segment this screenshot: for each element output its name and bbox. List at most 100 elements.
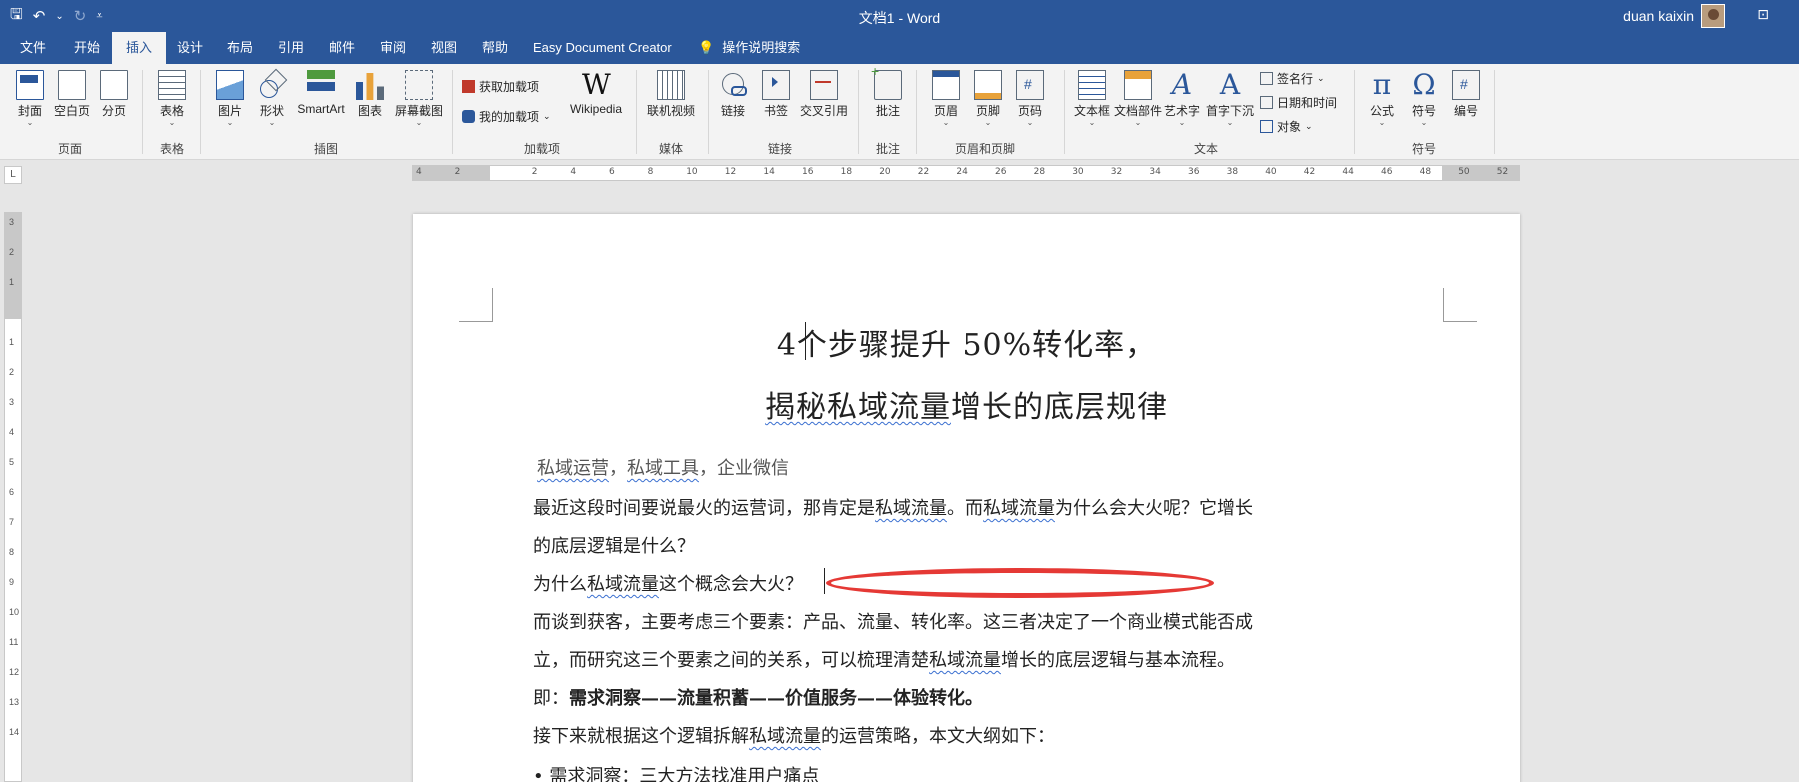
page-number-icon: [1016, 70, 1044, 100]
vertical-ruler[interactable]: 3 2 1 1 2 3 4 5 6 7 8 9 10 11 12 13 14: [4, 212, 22, 782]
vertical-ruler-tick: 1: [9, 337, 15, 347]
group-label-text: 文本: [1193, 142, 1218, 156]
document-title: 文档1 - Word: [858, 10, 941, 26]
vertical-ruler-tick: 6: [9, 487, 15, 497]
paragraph-1-line-2[interactable]: 的底层逻辑是什么？: [533, 532, 1333, 558]
tab-file[interactable]: 文件: [18, 32, 48, 64]
vertical-ruler-tick: 3: [9, 397, 15, 407]
page-number-button[interactable]: 页码⌄: [1004, 68, 1056, 127]
red-highlight-ellipse: [826, 568, 1214, 598]
ruler-tick: 36: [1188, 167, 1200, 177]
number-icon: [1452, 70, 1480, 100]
bookmark-button[interactable]: 书签: [750, 68, 802, 119]
tab-design[interactable]: 设计: [175, 32, 205, 64]
screenshot-button[interactable]: 屏幕截图 ⌄: [390, 68, 448, 127]
vertical-ruler-tick: 5: [9, 457, 15, 467]
drop-cap-button[interactable]: A 首字下沉 ⌄: [1202, 68, 1258, 127]
ribbon-tabs: 文件 开始 插入 设计 布局 引用 邮件 审阅 视图 帮助 Easy Docum…: [0, 32, 1799, 64]
ruler-tick: 32: [1110, 167, 1123, 177]
paragraph-3-line-2[interactable]: 立，而研究这三个要素之间的关系，可以梳理清楚私域流量增长的底层逻辑与基本流程。: [533, 646, 1333, 672]
doc-title-line-2[interactable]: 揭秘私域流量增长的底层规律: [413, 382, 1520, 426]
shapes-button[interactable]: 形状 ⌄: [246, 68, 298, 127]
online-video-button[interactable]: 联机视频: [642, 68, 700, 119]
ruler-tick: 34: [1149, 167, 1161, 177]
avatar[interactable]: [1701, 4, 1725, 28]
document-page[interactable]: 4个步骤提升 50%转化率， 揭秘私域流量增长的底层规律 私域运营，私域工具，企…: [413, 214, 1520, 782]
tab-help[interactable]: 帮助: [480, 32, 510, 64]
ruler-tick: 40: [1265, 167, 1277, 177]
comment-button[interactable]: 批注: [862, 63, 914, 119]
pi-icon: π: [1372, 68, 1392, 101]
group-label-tables: 表格: [159, 142, 184, 156]
bullet-item-1[interactable]: • 需求洞察：三大方法找准用户痛点: [533, 762, 1333, 782]
vertical-ruler-tick: 2: [9, 247, 15, 257]
date-time-button[interactable]: 日期和时间: [1260, 94, 1337, 111]
number-button[interactable]: 编号: [1440, 68, 1492, 119]
ruler-left-margin: [412, 166, 490, 180]
group-separator: [1064, 70, 1065, 154]
object-button[interactable]: 对象 ⌄: [1260, 118, 1313, 135]
vertical-ruler-tick: 11: [9, 637, 19, 647]
ruler-tick: 16: [802, 167, 814, 177]
ruler-tick: 42: [1303, 167, 1316, 177]
screenshot-icon: [405, 70, 433, 100]
get-addins-button[interactable]: 获取加载项: [462, 78, 539, 95]
tab-references[interactable]: 引用: [276, 32, 306, 64]
ruler-tick: 22: [917, 167, 930, 177]
ruler-right-margin: [1442, 166, 1520, 180]
ribbon: 封面 ⌄ 空白页 分页 页面 表格 ⌄ 表格 图片 ⌄ 形状 ⌄ SmartArt 图表…: [0, 63, 1799, 160]
ruler-top-margin: [5, 213, 21, 319]
vertical-ruler-tick: 3: [9, 217, 15, 227]
tab-insert[interactable]: 插入: [112, 32, 167, 64]
tab-selector[interactable]: L: [4, 166, 22, 184]
my-addins-button[interactable]: 我的加载项 ⌄: [462, 108, 551, 125]
insertion-cursor: [824, 568, 825, 594]
comment-icon: [871, 63, 902, 100]
wikipedia-button[interactable]: W Wikipedia: [566, 68, 626, 117]
signature-line-button[interactable]: 签名行 ⌄: [1260, 70, 1325, 87]
picture-icon: [216, 70, 244, 100]
paragraph-3-line-1[interactable]: 而谈到获客，主要考虑三个要素：产品、流量、转化率。这三者决定了一个商业模式能否成: [533, 608, 1333, 634]
paragraph-1-line-1[interactable]: 最近这段时间要说最火的运营词，那肯定是私域流量。而私域流量为什么会大火呢？它增长: [533, 494, 1333, 520]
smartart-icon: [307, 70, 335, 100]
shapes-icon: [258, 70, 286, 100]
title-bar: 🖫 ↶ ⌄ ↻ ⩡ 文档1 - Word duan kaixin ⊡: [0, 0, 1799, 32]
ribbon-display-options-icon[interactable]: ⊡: [1757, 6, 1769, 23]
crop-mark-left: [459, 288, 493, 322]
vertical-ruler-tick: 1: [9, 277, 15, 287]
ruler-tick: 30: [1072, 167, 1084, 177]
user-name[interactable]: duan kaixin: [1623, 8, 1694, 24]
tab-review[interactable]: 审阅: [378, 32, 408, 64]
group-separator: [1354, 70, 1355, 154]
paragraph-5[interactable]: 接下来就根据这个逻辑拆解私域流量的运营策略，本文大纲如下：: [533, 722, 1333, 748]
tab-mailings[interactable]: 邮件: [327, 32, 357, 64]
tab-layout[interactable]: 布局: [225, 32, 255, 64]
table-icon: [158, 70, 186, 100]
tab-home[interactable]: 开始: [72, 32, 102, 64]
wordart-button[interactable]: A 艺术字 ⌄: [1156, 68, 1208, 127]
group-separator: [916, 70, 917, 154]
paragraph-4[interactable]: 即：需求洞察——流量积蓄——价值服务——体验转化。: [533, 684, 1333, 710]
vertical-ruler-tick: 9: [9, 577, 15, 587]
group-separator: [858, 70, 859, 154]
ruler-tick: 4: [416, 167, 422, 177]
keywords-line[interactable]: 私域运营，私域工具，企业微信: [537, 454, 1337, 480]
wordart-icon: A: [1171, 68, 1193, 101]
horizontal-ruler[interactable]: 4 2 2 4 6 8 10 12 14 16 18 20 22 24 26 28 30 32 34 36 38 40 42…: [412, 165, 1520, 181]
cross-reference-button[interactable]: 交叉引用: [796, 68, 852, 119]
cover-page-icon: [16, 70, 44, 100]
group-separator: [452, 70, 453, 154]
doc-title-line-1[interactable]: 4个步骤提升 50%转化率，: [413, 320, 1520, 364]
blank-page-icon: [58, 70, 86, 100]
tell-me-search[interactable]: 💡 操作说明搜索: [696, 32, 802, 64]
tab-view[interactable]: 视图: [429, 32, 459, 64]
smartart-button[interactable]: SmartArt: [294, 68, 348, 116]
addins-icon: [462, 110, 475, 123]
tab-easy-document-creator[interactable]: Easy Document Creator: [531, 32, 674, 64]
table-button[interactable]: 表格 ⌄: [146, 68, 198, 127]
chart-button[interactable]: 图表: [344, 68, 396, 119]
ruler-tick: 44: [1342, 167, 1354, 177]
page-break-button[interactable]: 分页: [88, 68, 140, 119]
lightbulb-icon: 💡: [698, 40, 715, 55]
group-separator: [1494, 70, 1495, 154]
